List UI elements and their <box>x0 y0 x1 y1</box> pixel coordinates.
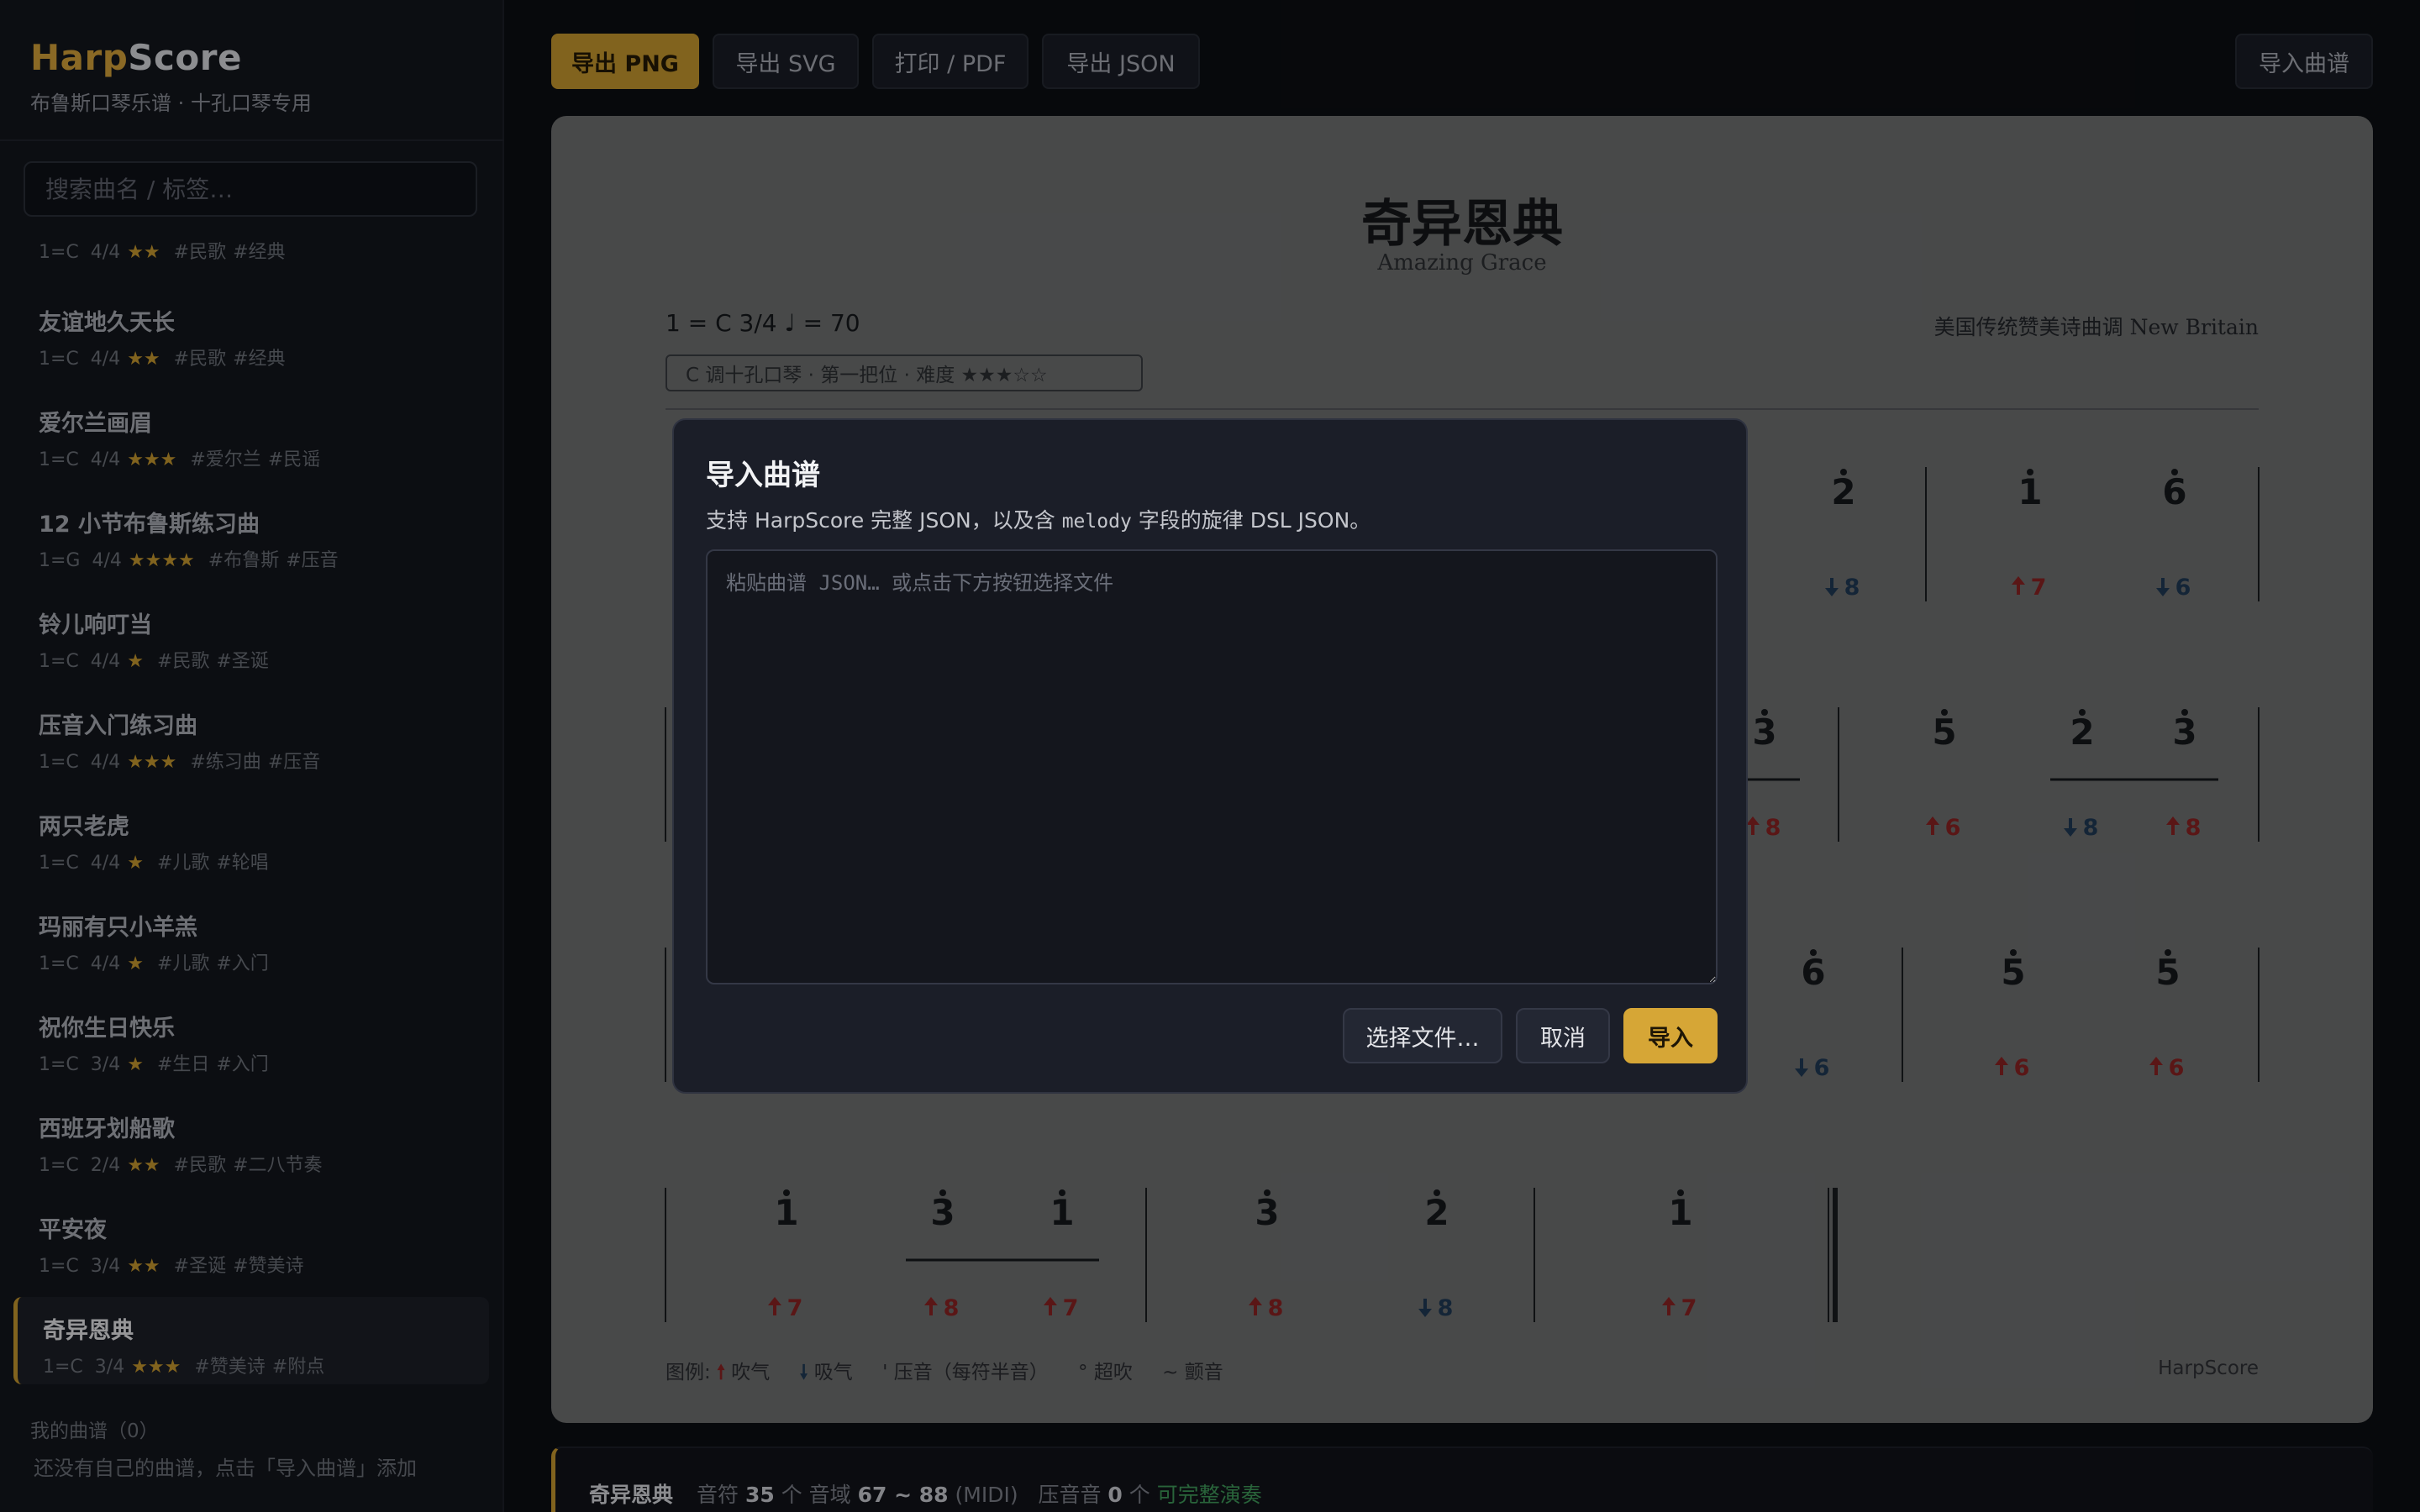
melody-code: melody <box>1061 511 1132 533</box>
import-dialog: 导入曲谱 支持 HarpScore 完整 JSON，以及含 melody 字段的… <box>672 418 1748 1094</box>
json-input[interactable] <box>706 549 1718 984</box>
choose-file-button[interactable]: 选择文件… <box>1343 1008 1502 1063</box>
dialog-title: 导入曲谱 <box>706 459 820 492</box>
dialog-description: 支持 HarpScore 完整 JSON，以及含 melody 字段的旋律 DS… <box>706 508 1371 533</box>
cancel-button[interactable]: 取消 <box>1516 1008 1610 1063</box>
import-confirm-button[interactable]: 导入 <box>1623 1008 1718 1063</box>
